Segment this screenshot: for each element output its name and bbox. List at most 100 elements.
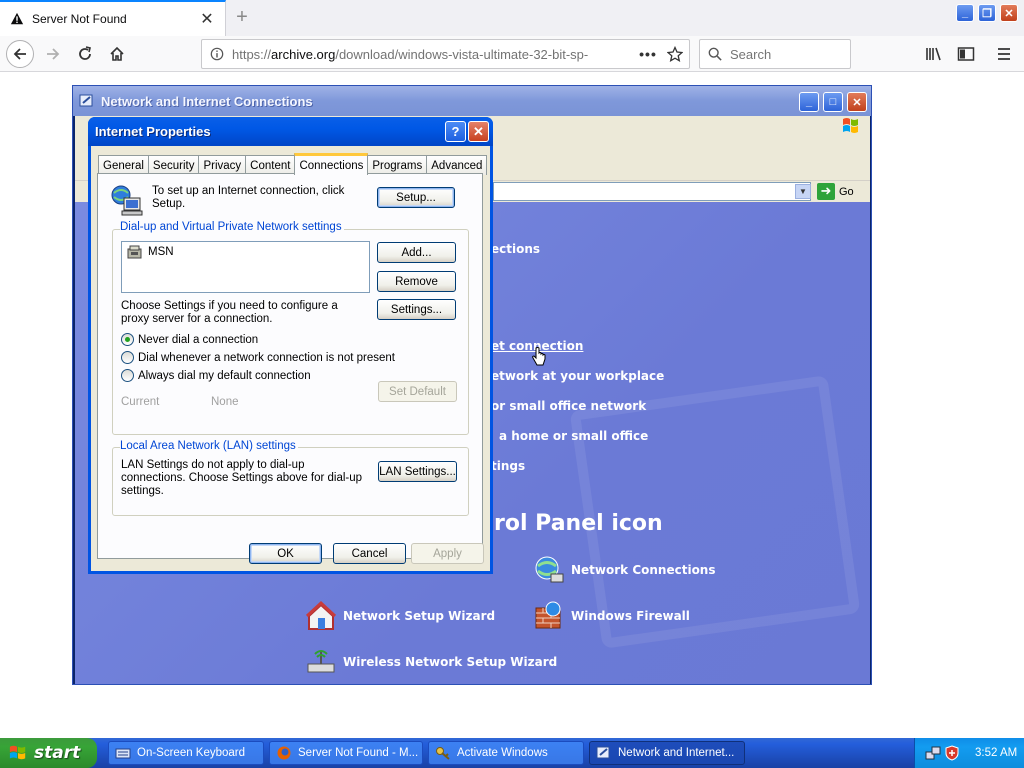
- dialog-title: Internet Properties: [95, 124, 211, 139]
- network-tray-icon[interactable]: [925, 745, 941, 761]
- browser-tab-strip: Server Not Found ✕ + _ ❐ ✕: [0, 0, 1024, 36]
- clock: 3:52 AM: [975, 747, 1018, 759]
- go-button[interactable]: ➜ Go: [817, 183, 854, 200]
- lan-description: LAN Settings do not apply to dial-up con…: [121, 459, 363, 497]
- site-info-icon[interactable]: [202, 47, 232, 61]
- lan-group-title: Local Area Network (LAN) settings: [120, 440, 298, 452]
- control-panel-icon: [79, 94, 93, 107]
- back-arrow-icon: [13, 48, 26, 60]
- connections-list[interactable]: MSN: [121, 241, 370, 293]
- address-dropdown-icon[interactable]: ▼: [795, 184, 811, 199]
- new-tab-icon[interactable]: +: [232, 6, 252, 28]
- hand-cursor-icon: [532, 347, 546, 366]
- tab-privacy[interactable]: Privacy: [198, 155, 247, 175]
- help-icon[interactable]: ?: [445, 121, 466, 142]
- cp-link-connections[interactable]: ections: [491, 242, 540, 256]
- task-windows-firewall[interactable]: Windows Firewall: [533, 600, 690, 632]
- page-actions-icon[interactable]: •••: [635, 46, 661, 62]
- internet-properties-dialog: Internet Properties ? ✕ General Security…: [88, 117, 493, 574]
- tab-advanced[interactable]: Advanced: [426, 155, 488, 175]
- set-default-button[interactable]: Set Default: [378, 381, 457, 402]
- minimize-window-icon[interactable]: _: [956, 4, 974, 22]
- dialog-tabs: General Security Privacy Content Connect…: [98, 153, 488, 175]
- library-icon[interactable]: [924, 44, 944, 64]
- home-button[interactable]: [103, 40, 131, 68]
- sidebar-icon[interactable]: [956, 44, 976, 64]
- radio-always-dial[interactable]: Always dial my default connection: [121, 369, 311, 382]
- connections-panel: To set up an Internet connection, click …: [97, 173, 483, 559]
- tab-programs[interactable]: Programs: [367, 155, 428, 175]
- browser-tab-title: Server Not Found: [32, 12, 127, 26]
- add-button[interactable]: Add...: [377, 242, 456, 263]
- cp-link-workplace[interactable]: etwork at your workplace: [491, 369, 664, 383]
- remove-button[interactable]: Remove: [377, 271, 456, 292]
- search-input[interactable]: [730, 46, 840, 62]
- dialog-close-icon[interactable]: ✕: [468, 121, 489, 142]
- key-icon: [436, 747, 450, 760]
- cp-link-small-office-network[interactable]: or small office network: [491, 399, 646, 413]
- cp-titlebar[interactable]: Network and Internet Connections _ □ ✕: [73, 86, 871, 116]
- search-icon: [708, 47, 722, 61]
- task-network-setup-wizard[interactable]: Network Setup Wizard: [305, 600, 495, 632]
- tab-general[interactable]: General: [98, 155, 149, 175]
- settings-button[interactable]: Settings...: [377, 299, 456, 320]
- menu-icon[interactable]: [994, 44, 1014, 64]
- start-button[interactable]: start: [0, 738, 97, 768]
- lan-settings-button[interactable]: LAN Settings...: [378, 461, 457, 482]
- taskbar-item-network-connections[interactable]: Network and Internet...: [589, 741, 745, 765]
- cp-link-home-office[interactable]: a home or small office: [499, 429, 648, 443]
- warning-icon: [10, 12, 24, 25]
- home-icon: [110, 46, 124, 61]
- taskbar: start On-Screen Keyboard Server Not Foun…: [0, 738, 1024, 768]
- current-label: Current: [121, 396, 160, 408]
- connection-name: MSN: [148, 246, 174, 258]
- dialog-titlebar[interactable]: Internet Properties ? ✕: [88, 117, 493, 146]
- network-setup-wizard-icon: [305, 600, 337, 630]
- windows-firewall-icon: [535, 601, 561, 629]
- taskbar-item-onscreen-keyboard[interactable]: On-Screen Keyboard: [108, 741, 264, 765]
- windows-logo-icon: [843, 118, 858, 133]
- close-window-icon[interactable]: ✕: [1000, 4, 1018, 22]
- security-shield-icon[interactable]: [945, 745, 959, 761]
- cp-close-icon[interactable]: ✕: [847, 92, 867, 112]
- cp-pick-icon-heading: rol Panel icon: [494, 511, 663, 536]
- reload-button[interactable]: [71, 40, 99, 68]
- bookmark-star-icon[interactable]: [661, 46, 689, 62]
- url-text[interactable]: https://archive.org/download/windows-vis…: [232, 47, 635, 62]
- tab-connections[interactable]: Connections: [294, 153, 369, 175]
- taskbar-item-activate-windows[interactable]: Activate Windows: [428, 741, 584, 765]
- browser-navigation-bar: https://archive.org/download/windows-vis…: [0, 36, 1024, 72]
- restore-window-icon[interactable]: ❐: [978, 4, 996, 22]
- url-bar[interactable]: https://archive.org/download/windows-vis…: [201, 39, 690, 69]
- cancel-button[interactable]: Cancel: [333, 543, 406, 564]
- setup-description: To set up an Internet connection, click …: [152, 185, 345, 210]
- cp-window-title: Network and Internet Connections: [101, 93, 313, 109]
- cp-link-settings[interactable]: tings: [491, 459, 525, 473]
- tab-security[interactable]: Security: [147, 155, 200, 175]
- go-arrow-icon: ➜: [817, 183, 835, 200]
- browser-tab[interactable]: Server Not Found ✕: [0, 0, 226, 36]
- cp-maximize-icon[interactable]: □: [823, 92, 843, 112]
- windows-flag-icon: [9, 745, 26, 760]
- task-wireless-setup-wizard[interactable]: Wireless Network Setup Wizard: [305, 646, 557, 678]
- back-button[interactable]: [6, 40, 34, 68]
- search-bar[interactable]: [699, 39, 851, 69]
- ok-button[interactable]: OK: [249, 543, 322, 564]
- setup-button[interactable]: Setup...: [377, 187, 455, 208]
- radio-never-dial[interactable]: Never dial a connection: [121, 333, 258, 346]
- close-tab-icon[interactable]: ✕: [197, 9, 217, 29]
- system-tray: 3:52 AM: [914, 738, 1024, 768]
- forward-button[interactable]: [39, 40, 67, 68]
- tab-content[interactable]: Content: [245, 155, 296, 175]
- wireless-setup-wizard-icon: [307, 650, 335, 673]
- reload-icon: [79, 46, 91, 60]
- dialup-group-title: Dial-up and Virtual Private Network sett…: [120, 221, 344, 233]
- cp-address-field[interactable]: [493, 182, 811, 201]
- taskbar-item-browser[interactable]: Server Not Found - M...: [269, 741, 423, 765]
- cp-minimize-icon[interactable]: _: [799, 92, 819, 112]
- radio-dial-when-no-network[interactable]: Dial whenever a network connection is no…: [121, 351, 395, 364]
- apply-button[interactable]: Apply: [411, 543, 484, 564]
- list-item[interactable]: MSN: [126, 244, 174, 260]
- task-network-connections[interactable]: Network Connections: [533, 554, 716, 586]
- dialog-body: General Security Privacy Content Connect…: [91, 146, 490, 571]
